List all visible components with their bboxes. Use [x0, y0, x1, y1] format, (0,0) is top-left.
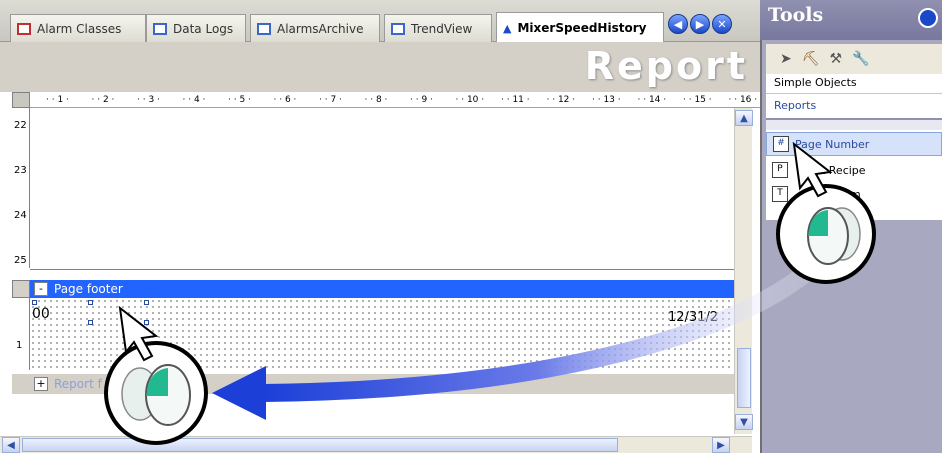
report-icon: ▲	[503, 21, 512, 35]
page-footer-bar[interactable]: Page footer	[30, 280, 734, 298]
page-footer-label: Page footer	[54, 282, 123, 296]
data-logs-icon	[153, 22, 167, 35]
simple-objects-group[interactable]: Simple Objects	[766, 74, 942, 94]
ruler-tick: 24	[14, 210, 27, 221]
scroll-right-button[interactable]: ▶	[712, 437, 730, 453]
selection-handle[interactable]	[88, 320, 93, 325]
date-field[interactable]: 12/31/2	[668, 310, 718, 325]
vertical-scrollbar[interactable]: ▲ ▼	[734, 108, 753, 434]
ruler-tick: · · 3 ·	[137, 95, 160, 105]
tab-label: AlarmsArchive	[277, 21, 364, 36]
horizontal-scrollbar[interactable]: ◀ ▶	[0, 436, 752, 453]
tool-label: m	[850, 187, 861, 201]
scroll-tabs-right-button[interactable]: ▶	[690, 14, 710, 34]
tab-alarms-archive[interactable]: AlarmsArchive	[250, 14, 380, 42]
report-canvas[interactable]	[30, 108, 734, 270]
pointer-icon[interactable]: ➤	[780, 51, 792, 67]
tab-data-logs[interactable]: Data Logs	[146, 14, 246, 42]
ruler-tick: · · 8 ·	[364, 95, 388, 105]
tool-print-recipe[interactable]: P nt Recipe	[766, 158, 942, 182]
pin-icon[interactable]	[918, 8, 938, 28]
report-footer-label: Report f	[54, 377, 102, 391]
selection-handle[interactable]	[144, 320, 149, 325]
ruler-tick: · · 10 ·	[455, 95, 485, 105]
tab-mixer-speed-history[interactable]: ▲ MixerSpeedHistory	[496, 12, 664, 43]
ruler-tick: · · 9 ·	[410, 95, 433, 105]
tab-label: TrendView	[411, 21, 473, 36]
collapse-footer-button[interactable]: -	[34, 282, 48, 296]
report-objects-list: # Page Number P nt Recipe T m	[766, 130, 942, 220]
ruler-tick: · · 5 ·	[228, 95, 251, 105]
ruler-tick: 23	[14, 165, 27, 176]
tab-label: Alarm Classes	[37, 21, 122, 36]
tab-alarm-classes[interactable]: Alarm Classes	[10, 14, 146, 42]
close-tab-button[interactable]: ✕	[712, 14, 732, 34]
reports-group[interactable]: Reports	[766, 94, 942, 118]
report-header: Report	[0, 42, 760, 92]
ruler-tick: · · 14 ·	[637, 95, 667, 105]
vertical-ruler	[12, 108, 30, 268]
scroll-tabs-left-button[interactable]: ◀	[668, 14, 688, 34]
ruler-tick: · · 13 ·	[592, 95, 621, 105]
tools-title: Tools	[760, 0, 942, 40]
ruler-tick: · · 16 ·	[728, 95, 758, 105]
ruler-tick: · · 11 ·	[501, 95, 530, 105]
ruler-tick: 25	[14, 255, 27, 266]
group-divider	[766, 118, 942, 130]
ruler-tick: · · 4 ·	[182, 95, 206, 105]
horizontal-scroll-thumb[interactable]	[22, 438, 618, 452]
scroll-up-button[interactable]: ▲	[735, 110, 753, 126]
ruler-tick: 1	[16, 340, 23, 351]
selection-handle[interactable]	[144, 300, 149, 305]
tool-label: nt Recipe	[814, 163, 866, 177]
ruler-tick: · · 6 ·	[273, 95, 297, 105]
footer-vertical-ruler: 1	[12, 298, 30, 370]
tab-label: Data Logs	[173, 21, 234, 36]
ruler-tick: · · 12 ·	[546, 95, 576, 105]
print-recipe-icon: P	[772, 162, 788, 178]
tab-label: MixerSpeedHistory	[517, 21, 647, 35]
scroll-down-button[interactable]: ▼	[735, 414, 753, 430]
selection-handle[interactable]	[88, 300, 93, 305]
ruler-tick: · · 2 ·	[91, 95, 115, 105]
alarms-archive-icon	[257, 22, 271, 35]
vertical-scroll-thumb[interactable]	[737, 348, 751, 408]
report-footer-section[interactable]	[12, 374, 734, 394]
footer-handle	[12, 280, 30, 298]
expand-report-footer-button[interactable]: +	[34, 377, 48, 391]
tab-trend-view[interactable]: TrendView	[384, 14, 492, 42]
selection-handle[interactable]	[32, 300, 37, 305]
table-icon: T	[772, 186, 788, 202]
tool-item-3[interactable]: T m	[766, 182, 942, 206]
tool-page-number[interactable]: # Page Number	[766, 132, 942, 156]
tools-toolbar: ➤ ⛏ ⚒ 🔧	[766, 44, 942, 74]
ruler-tick: · · 7 ·	[319, 95, 342, 105]
page-number-field[interactable]: 00	[32, 306, 50, 322]
hammer-icon[interactable]: ⚒	[830, 51, 843, 67]
wrench-icon[interactable]: 🔧	[852, 51, 869, 67]
page-footer-area[interactable]	[30, 298, 734, 370]
page-title: Report	[584, 44, 748, 88]
page-number-icon: #	[773, 136, 789, 152]
ruler-tick: 22	[14, 120, 27, 131]
tool-label: Page Number	[795, 137, 870, 151]
ruler-tick: · · 1 ·	[46, 95, 69, 105]
alarm-classes-icon	[17, 22, 31, 35]
ruler-tick: · · 15 ·	[683, 95, 712, 105]
scroll-left-button[interactable]: ◀	[2, 437, 20, 453]
ruler-corner	[12, 92, 30, 108]
stamp-icon[interactable]: ⛏	[802, 51, 820, 67]
trend-view-icon	[391, 22, 405, 35]
